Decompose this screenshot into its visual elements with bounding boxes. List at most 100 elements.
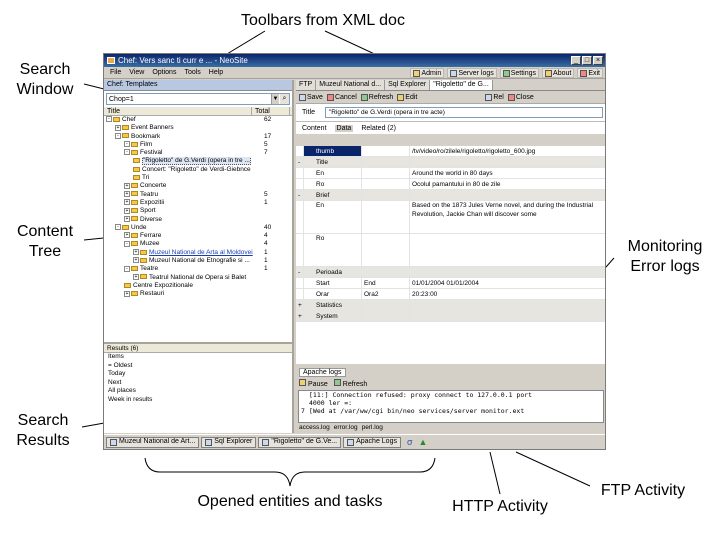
tree-node[interactable]: - Teatre 1 — [104, 265, 292, 273]
tab-apache-logs[interactable]: Apache logs — [299, 367, 346, 377]
tree-node[interactable]: + Teatrul National de Opera si Balet — [104, 274, 292, 282]
tab-sql-explorer[interactable]: Sql Explorer — [385, 80, 431, 90]
tree-node[interactable]: + Sport — [104, 207, 292, 215]
tree-node[interactable]: + Event Banners — [104, 124, 292, 132]
tree-node[interactable]: - Bookmark 17 — [104, 133, 292, 141]
maximize-button[interactable]: □ — [582, 56, 592, 65]
expand-icon[interactable]: + — [124, 290, 130, 297]
result-item[interactable]: Items — [104, 353, 292, 362]
expand-icon[interactable]: + — [133, 273, 139, 280]
result-item[interactable]: = Oldest — [104, 362, 292, 371]
cancel-button[interactable]: Cancel — [326, 93, 357, 101]
search-input[interactable]: Chop=1 — [109, 96, 134, 103]
tree-node[interactable]: + Concerte — [104, 182, 292, 190]
minimize-button[interactable]: _ — [571, 56, 581, 65]
tree-node[interactable]: Tri — [104, 174, 292, 182]
tree-node[interactable]: + Muzeul National de Arta al Moldovei 1 — [104, 249, 292, 257]
log-refresh-button[interactable]: Refresh — [333, 379, 367, 388]
expand-icon[interactable]: + — [124, 215, 130, 222]
search-window[interactable]: Chop=1 ▼ ⌕ — [106, 93, 290, 105]
subtab-related[interactable]: Related (2) — [361, 125, 396, 132]
expand-icon[interactable]: + — [124, 232, 130, 239]
tab-rigoletto[interactable]: "Rigoletto" de G... — [430, 80, 493, 90]
grid-section[interactable]: + Statistics — [296, 300, 605, 311]
error-log-monitor[interactable]: [11:] Connection refused: proxy connect … — [298, 390, 604, 423]
tree-node[interactable]: - Muzee 4 — [104, 240, 292, 248]
menu-view[interactable]: View — [125, 69, 148, 76]
grid-section[interactable]: - Title — [296, 157, 605, 168]
expand-icon[interactable]: + — [133, 257, 139, 264]
task-muzeul[interactable]: Muzeul National de Art... — [106, 436, 200, 448]
grid-row[interactable]: thumb/tv/video/ro/zilele/rigoletto/rigol… — [296, 146, 605, 157]
tab-muzeul[interactable]: Muzeul National d... — [316, 80, 386, 90]
collapse-icon[interactable]: - — [115, 132, 121, 139]
grid-row[interactable]: Start End 01/01/2004 01/01/2004 — [296, 278, 605, 289]
expand-icon[interactable]: + — [124, 199, 130, 206]
rel-button[interactable]: Rel — [485, 93, 504, 101]
tree-node[interactable]: - Film 5 — [104, 141, 292, 149]
search-dropdown-icon[interactable]: ▼ — [271, 94, 279, 104]
expand-icon[interactable]: + — [124, 182, 130, 189]
menu-help[interactable]: Help — [205, 69, 227, 76]
expand-icon[interactable]: + — [115, 124, 121, 131]
search-go-icon[interactable]: ⌕ — [280, 94, 289, 104]
collapse-icon[interactable]: - — [124, 265, 130, 272]
collapse-icon[interactable]: - — [115, 224, 121, 231]
subtab-content[interactable]: Content — [302, 125, 327, 132]
admin-button[interactable]: Admin — [410, 68, 445, 78]
result-item[interactable]: Next — [104, 379, 292, 388]
grid-row[interactable]: Orar Ora2 20:23:00 — [296, 289, 605, 300]
grid-row[interactable]: En Around the world in 80 days — [296, 168, 605, 179]
collapse-icon[interactable]: - — [124, 149, 130, 156]
tree-node[interactable]: Centre Expozitionale — [104, 282, 292, 290]
tab-access-log[interactable]: access.log — [299, 424, 330, 433]
tree-node[interactable]: "Rigoletto" de G.Verdi (opera in tre ... — [104, 157, 292, 166]
tree-node[interactable]: + Ferrare 4 — [104, 232, 292, 240]
http-activity-icon[interactable]: σ — [407, 437, 413, 447]
grid-row[interactable]: Ro Ocolul pamantului in 80 de zile — [296, 179, 605, 190]
tree-node[interactable]: + Restauri — [104, 290, 292, 298]
collapse-icon[interactable]: - — [106, 116, 112, 123]
tree-node[interactable]: Concert: "Rigoletto" de Verdi-Giebnce — [104, 166, 292, 174]
edit-button[interactable]: Edit — [397, 93, 417, 101]
grid-section[interactable]: + System — [296, 311, 605, 322]
expand-icon[interactable]: + — [124, 190, 130, 197]
task-apache-logs[interactable]: Apache Logs — [343, 436, 401, 448]
result-item[interactable]: Week in results — [104, 396, 292, 405]
menu-tools[interactable]: Tools — [180, 69, 204, 76]
menu-options[interactable]: Options — [148, 69, 180, 76]
grid-section[interactable]: - Brief — [296, 190, 605, 201]
grid-row[interactable]: Ro — [296, 234, 605, 267]
grid-section[interactable]: - Perioada — [296, 267, 605, 278]
title-field[interactable]: "Rigoletto" de G.Verdi (opera in tre act… — [324, 107, 603, 118]
expand-icon[interactable]: + — [133, 249, 139, 256]
tree-node[interactable]: - Chef 62 — [104, 116, 292, 124]
tree-node[interactable]: + Expozitii 1 — [104, 199, 292, 207]
refresh-button[interactable]: Refresh — [360, 93, 393, 101]
close-entity-button[interactable]: Close — [507, 93, 534, 101]
result-item[interactable]: Today — [104, 370, 292, 379]
tree-node[interactable]: + Diverse — [104, 216, 292, 224]
tab-ftp[interactable]: FTP — [296, 80, 317, 90]
exit-button[interactable]: Exit — [577, 68, 603, 78]
subtab-data[interactable]: Data — [334, 124, 354, 132]
tree-node[interactable]: + Muzeul National de Etnografie si ... 1 — [104, 257, 292, 265]
result-item[interactable]: All places — [104, 387, 292, 396]
server-logs-button[interactable]: Server logs — [447, 68, 497, 78]
tab-error-log[interactable]: error.log — [334, 424, 358, 433]
column-total[interactable]: Total — [252, 107, 290, 115]
tab-perl-log[interactable]: perl.log — [362, 424, 383, 433]
collapse-icon[interactable]: - — [124, 141, 130, 148]
task-sql-explorer[interactable]: Sql Explorer — [201, 436, 257, 448]
menu-file[interactable]: File — [106, 69, 125, 76]
ftp-activity-icon[interactable]: ▲ — [419, 437, 428, 447]
task-rigoletto[interactable]: "Rigoletto" de G.Ve... — [258, 436, 342, 448]
settings-button[interactable]: Settings — [499, 68, 540, 78]
column-title[interactable]: Title — [104, 107, 252, 115]
pause-button[interactable]: Pause — [299, 379, 328, 388]
grid-row[interactable]: En Based on the 1873 Jules Verne novel, a… — [296, 201, 605, 234]
tree-node[interactable]: - Festival 7 — [104, 149, 292, 157]
about-button[interactable]: About — [542, 68, 575, 78]
tree-node[interactable]: - Unde 40 — [104, 224, 292, 232]
tree-node[interactable]: + Teatru 5 — [104, 191, 292, 199]
